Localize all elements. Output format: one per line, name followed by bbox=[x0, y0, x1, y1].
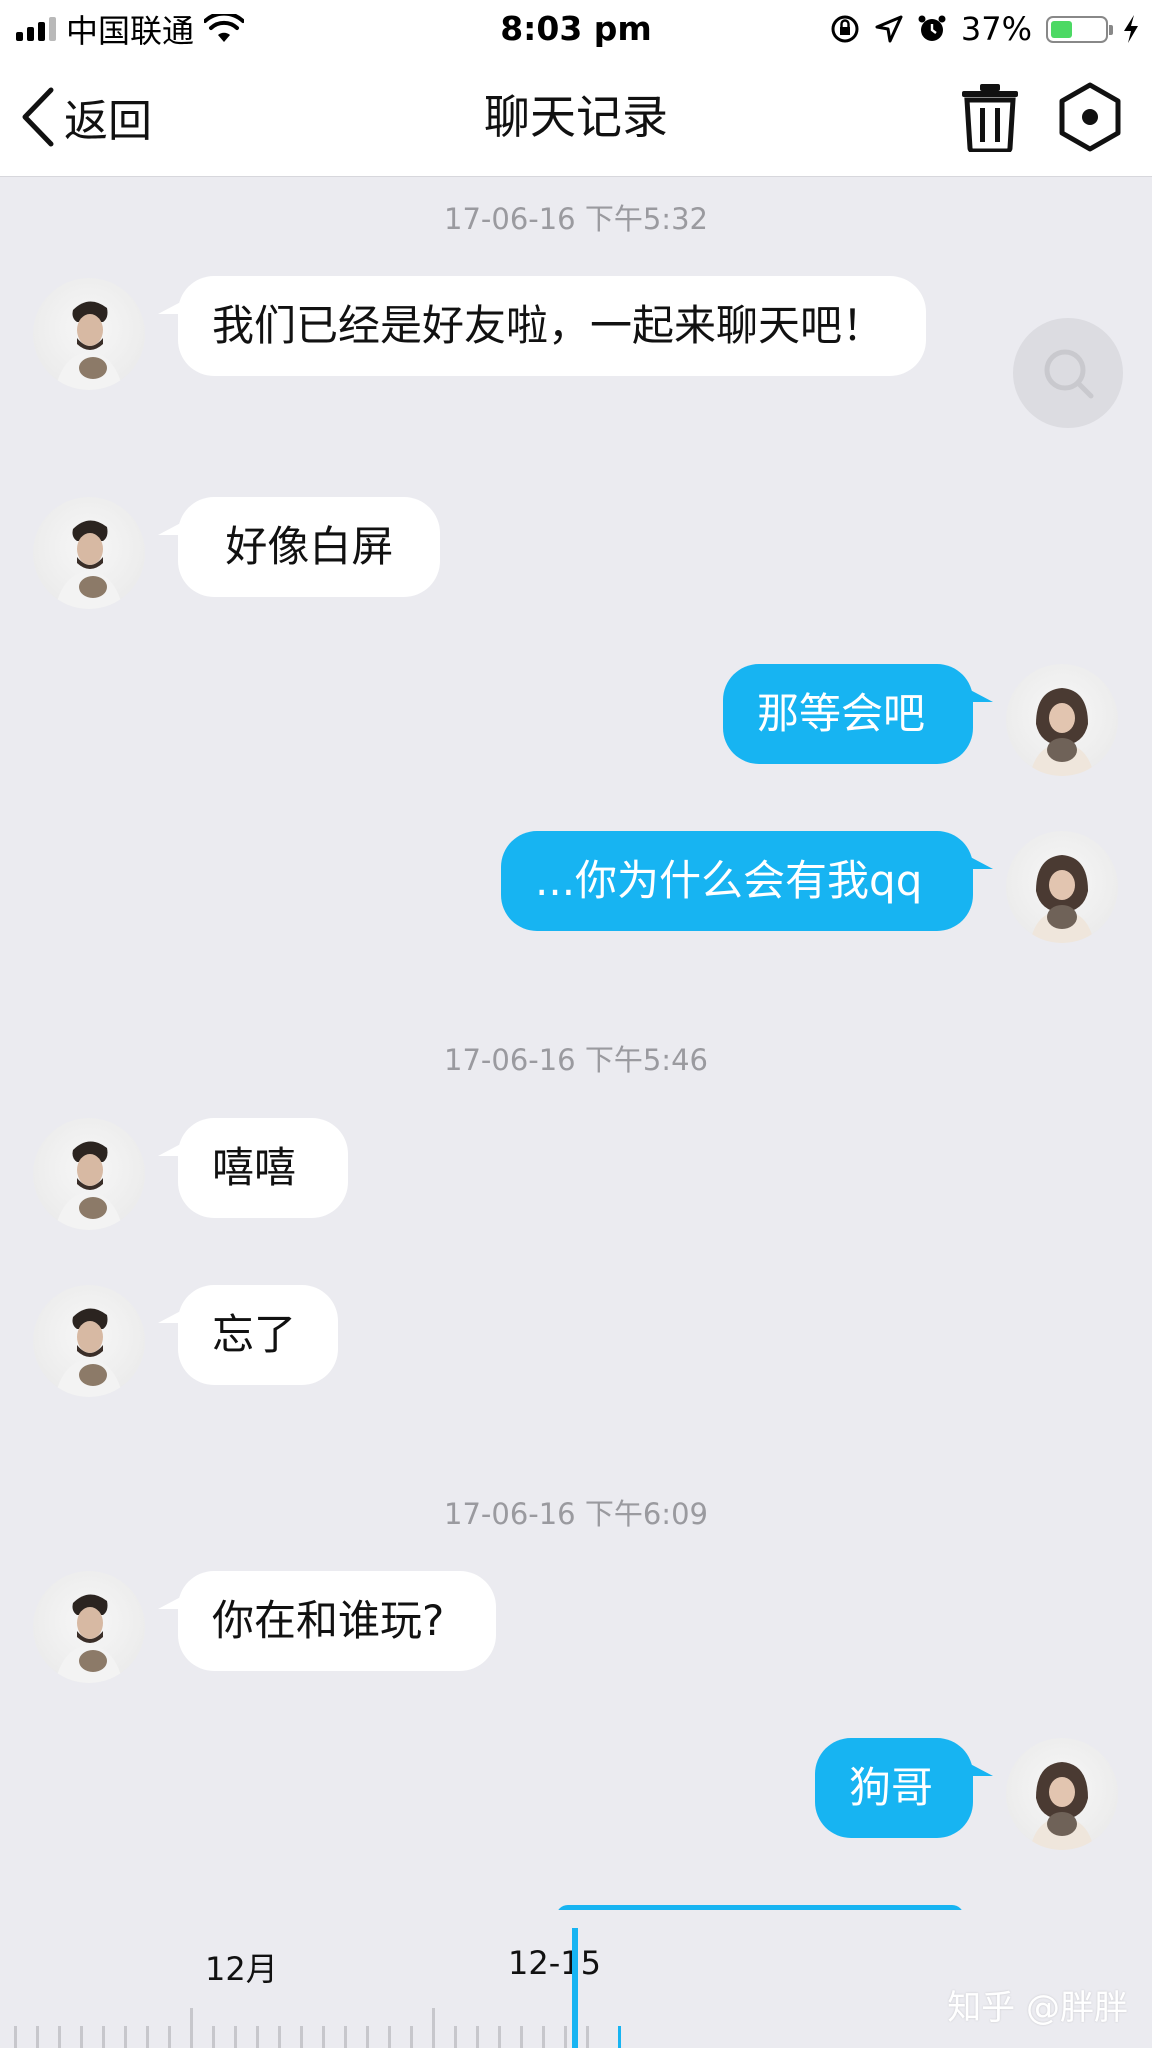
status-bar: 中国联通 8:03 pm 37% bbox=[0, 0, 1152, 58]
timeline-tick bbox=[454, 2026, 457, 2048]
trash-icon bbox=[962, 84, 1018, 154]
message-bubble-incoming[interactable]: 你在和谁玩? bbox=[158, 1571, 496, 1671]
timeline-tick bbox=[586, 2026, 589, 2048]
battery-icon bbox=[1046, 15, 1113, 43]
contact-avatar[interactable] bbox=[33, 1571, 145, 1683]
self-avatar[interactable] bbox=[1006, 831, 1118, 943]
charging-icon bbox=[1124, 15, 1138, 43]
location-icon bbox=[875, 15, 903, 43]
timeline-tick bbox=[190, 2008, 193, 2048]
contact-photo bbox=[55, 1141, 123, 1230]
contact-photo bbox=[55, 1308, 123, 1397]
settings-button[interactable] bbox=[1056, 82, 1124, 152]
timeline-tick bbox=[14, 2026, 17, 2048]
timeline-tick bbox=[80, 2026, 83, 2048]
message-bubble-incoming[interactable]: 我们已经是好友啦，一起来聊天吧！ bbox=[158, 276, 926, 376]
timeline-label-day: 12-15 bbox=[508, 1944, 601, 1982]
search-button[interactable] bbox=[1013, 318, 1123, 428]
timestamp: 17-06-16 下午6:09 bbox=[444, 1497, 708, 1531]
timeline-tick bbox=[432, 2008, 435, 2048]
contact-photo bbox=[55, 520, 123, 609]
timeline-tick bbox=[256, 2026, 259, 2048]
timeline-cursor[interactable] bbox=[572, 1928, 578, 2048]
contact-avatar[interactable] bbox=[33, 497, 145, 609]
delete-button[interactable] bbox=[956, 82, 1024, 154]
search-icon bbox=[1044, 349, 1094, 399]
timestamp: 17-06-16 下午5:46 bbox=[444, 1043, 708, 1077]
self-photo bbox=[1030, 1762, 1094, 1850]
timeline-tick bbox=[410, 2026, 413, 2048]
message-bubble-incoming[interactable]: 嘻嘻 bbox=[158, 1118, 348, 1218]
timeline-tick bbox=[278, 2026, 281, 2048]
self-avatar[interactable] bbox=[1006, 1738, 1118, 1850]
timeline-tick bbox=[322, 2026, 325, 2048]
timeline-tick bbox=[124, 2026, 127, 2048]
settings-hexagon-icon bbox=[1059, 82, 1121, 152]
contact-avatar[interactable] bbox=[33, 1285, 145, 1397]
contact-avatar[interactable] bbox=[33, 1118, 145, 1230]
contact-photo bbox=[55, 301, 123, 390]
timeline-tick bbox=[542, 2026, 545, 2048]
self-photo bbox=[1030, 855, 1094, 943]
timeline-label-month: 12月 bbox=[205, 1950, 278, 1988]
timeline-tick bbox=[366, 2026, 369, 2048]
self-avatar[interactable] bbox=[1006, 664, 1118, 776]
timeline-tick bbox=[212, 2026, 215, 2048]
self-photo bbox=[1030, 688, 1094, 776]
timeline-tick bbox=[102, 2026, 105, 2048]
timeline-tick bbox=[300, 2026, 303, 2048]
timeline-tick bbox=[36, 2026, 39, 2048]
message-bubble-incoming[interactable]: 忘了 bbox=[158, 1285, 338, 1385]
timeline-tick bbox=[520, 2026, 523, 2048]
message-bubble-outgoing[interactable]: 狗哥 bbox=[815, 1738, 993, 1838]
battery-percent: 37% bbox=[960, 10, 1032, 48]
timeline-tick bbox=[476, 2026, 479, 2048]
timeline-tick bbox=[234, 2026, 237, 2048]
contact-avatar[interactable] bbox=[33, 278, 145, 390]
contact-photo bbox=[55, 1594, 123, 1683]
rotation-lock-icon bbox=[831, 15, 859, 43]
alarm-icon bbox=[918, 15, 946, 41]
message-bubble-incoming[interactable]: 好像白屏 bbox=[158, 497, 440, 597]
date-timeline[interactable]: 12月 12-15 知乎 @胖胖 bbox=[0, 1910, 1152, 2048]
timeline-tick bbox=[146, 2026, 149, 2048]
timeline-tick-active bbox=[618, 2026, 621, 2048]
message-bubble-outgoing[interactable]: 那等会吧 bbox=[723, 664, 993, 764]
nav-bar: 返回 聊天记录 bbox=[0, 58, 1152, 177]
timeline-tick bbox=[58, 2026, 61, 2048]
message-bubble-outgoing[interactable]: ...你为什么会有我qq bbox=[501, 831, 993, 931]
status-right: 37% bbox=[829, 8, 1140, 50]
timeline-tick bbox=[498, 2026, 501, 2048]
timestamp: 17-06-16 下午5:32 bbox=[444, 202, 708, 236]
watermark: 知乎 @胖胖 bbox=[947, 1988, 1128, 2028]
timeline-tick bbox=[564, 2026, 567, 2048]
timeline-tick bbox=[388, 2026, 391, 2048]
timeline-tick bbox=[344, 2026, 347, 2048]
timeline-tick bbox=[168, 2026, 171, 2048]
